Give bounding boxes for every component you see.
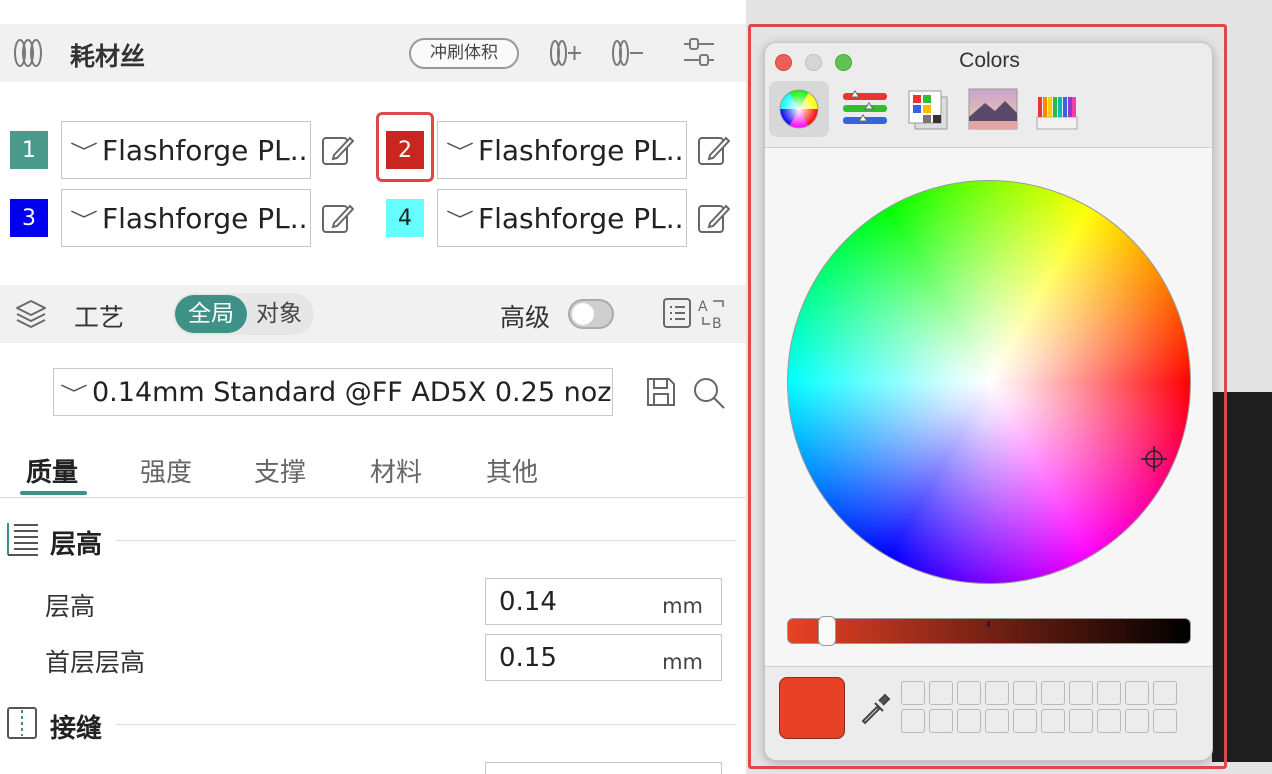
tab-strength[interactable]: 强度 xyxy=(140,452,192,489)
chevron-down-icon: ﹀ xyxy=(446,139,474,164)
process-title: 工艺 xyxy=(74,303,125,332)
input-unit: mm xyxy=(662,594,703,618)
remove-filament-icon[interactable] xyxy=(610,38,646,68)
filament-slot-1-swatch[interactable]: 1 xyxy=(10,131,48,169)
filament-title: 耗材丝 xyxy=(70,42,146,71)
seam-group-title: 接缝 xyxy=(50,714,103,744)
filament-slot-3-select[interactable]: ﹀ Flashforge PL... xyxy=(61,189,311,247)
first-layer-height-input[interactable]: 0.15 mm xyxy=(485,634,722,681)
filament-slot-2-swatch[interactable]: 2 xyxy=(386,131,424,169)
tabs-divider xyxy=(0,497,746,498)
chevron-down-icon: ﹀ xyxy=(70,139,98,164)
filament-slot-1-select[interactable]: ﹀ Flashforge PL... xyxy=(61,121,311,179)
layer-height-label: 层高 xyxy=(45,592,96,621)
scope-object-button[interactable]: 对象 xyxy=(249,295,309,333)
slot-number: 4 xyxy=(398,205,412,231)
scope-global-button[interactable]: 全局 xyxy=(175,295,247,333)
build-plate-texture xyxy=(1224,420,1254,520)
edit-icon[interactable] xyxy=(320,133,354,167)
switch-knob xyxy=(572,303,594,325)
scope-toggle: 全局 对象 xyxy=(173,293,314,335)
list-icon[interactable] xyxy=(662,297,692,329)
filament-slot-2-select[interactable]: ﹀ Flashforge PL... xyxy=(437,121,687,179)
advanced-label: 高级 xyxy=(500,303,551,332)
advanced-switch[interactable] xyxy=(568,299,614,329)
slot-number: 1 xyxy=(22,137,36,163)
edit-icon[interactable] xyxy=(696,133,730,167)
annotation-highlight xyxy=(748,24,1227,769)
input-value: 0.15 xyxy=(499,643,557,673)
chevron-down-icon: ﹀ xyxy=(70,207,98,232)
flush-volume-button[interactable]: 冲刷体积 xyxy=(409,38,519,69)
filament-slot-4-swatch[interactable]: 4 xyxy=(386,199,424,237)
filament-preset-label: Flashforge PL... xyxy=(102,133,311,167)
filament-preset-label: Flashforge PL... xyxy=(478,133,687,167)
tab-others[interactable]: 其他 xyxy=(486,452,538,489)
group-divider xyxy=(116,724,736,725)
first-layer-height-label: 首层层高 xyxy=(45,648,146,677)
compare-icon[interactable]: A B xyxy=(696,297,730,331)
seam-icon xyxy=(7,707,37,739)
process-header: 工艺 全局 对象 高级 A B xyxy=(0,285,746,343)
layer-height-input[interactable]: 0.14 mm xyxy=(485,578,722,625)
process-preset-label: 0.14mm Standard @FF AD5X 0.25 nozz... xyxy=(92,376,613,408)
search-icon[interactable] xyxy=(692,376,726,410)
process-preset-select[interactable]: ﹀ 0.14mm Standard @FF AD5X 0.25 nozz... xyxy=(53,368,613,416)
filament-slot-4-select[interactable]: ﹀ Flashforge PL... xyxy=(437,189,687,247)
tab-quality[interactable]: 质量 xyxy=(26,452,78,489)
svg-text:B: B xyxy=(712,316,722,331)
input-value: 0.14 xyxy=(499,587,557,617)
filament-preset-label: Flashforge PL... xyxy=(102,201,311,235)
svg-text:A: A xyxy=(698,299,708,315)
edit-icon[interactable] xyxy=(320,201,354,235)
save-icon[interactable] xyxy=(645,376,677,408)
edit-icon[interactable] xyxy=(696,201,730,235)
seam-position-input-partial[interactable] xyxy=(485,762,722,774)
active-tab-indicator xyxy=(20,491,87,495)
chevron-down-icon: ﹀ xyxy=(446,207,474,232)
slot-number: 3 xyxy=(22,205,36,231)
tab-material[interactable]: 材料 xyxy=(370,452,422,489)
add-filament-icon[interactable] xyxy=(548,38,584,68)
filament-slot-3-swatch[interactable]: 3 xyxy=(10,199,48,237)
filament-spool-icon xyxy=(14,39,42,67)
tab-support[interactable]: 支撑 xyxy=(254,452,306,489)
layer-height-group-title: 层高 xyxy=(50,530,103,560)
slot-number: 2 xyxy=(398,137,412,163)
filament-settings-icon[interactable] xyxy=(682,36,716,68)
filament-preset-label: Flashforge PL... xyxy=(478,201,687,235)
layer-height-icon xyxy=(7,523,38,556)
input-unit: mm xyxy=(662,650,703,674)
layers-icon xyxy=(16,300,46,328)
filament-header: 耗材丝 冲刷体积 xyxy=(0,24,746,82)
chevron-down-icon: ﹀ xyxy=(60,381,88,406)
settings-panel: 耗材丝 冲刷体积 1 ﹀ Flashforge PL... 2 ﹀ Flashf… xyxy=(0,0,746,774)
group-divider xyxy=(116,540,736,541)
